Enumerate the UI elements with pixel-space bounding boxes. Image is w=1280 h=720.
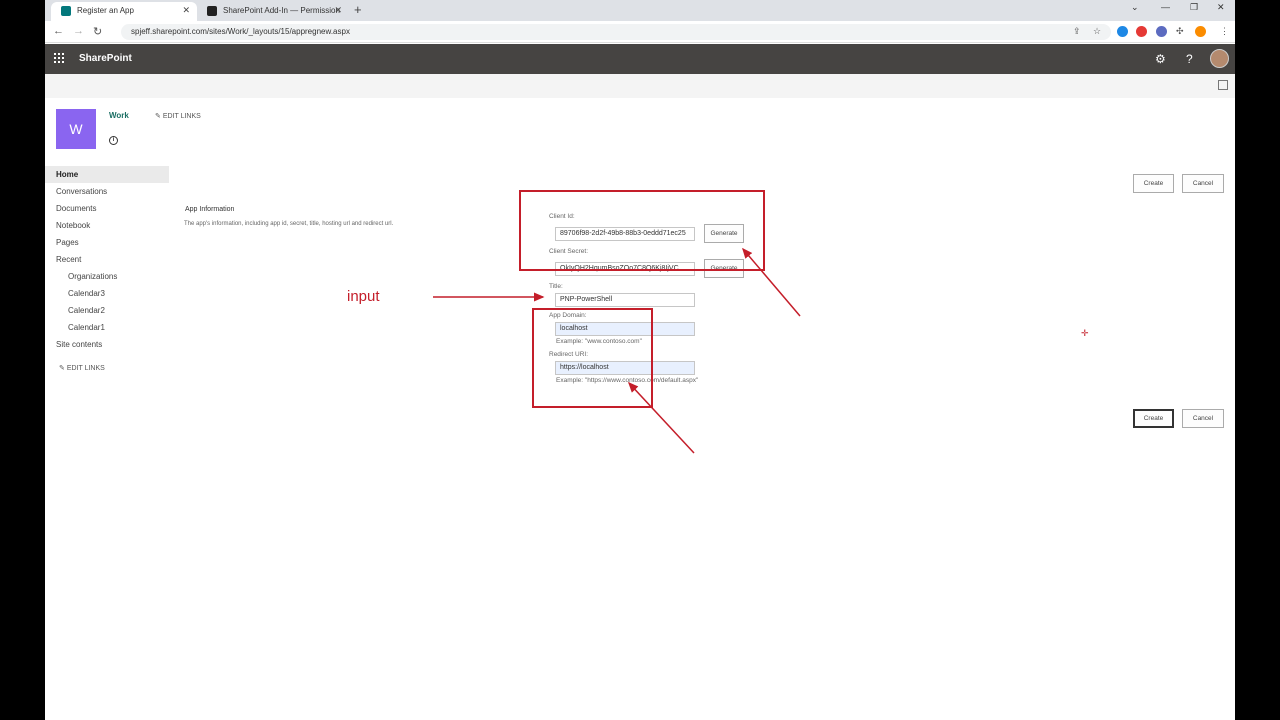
forward-icon[interactable]: → (73, 25, 84, 37)
nav-item-recent[interactable]: Recent (45, 251, 169, 268)
user-avatar[interactable] (1210, 49, 1229, 68)
tab-register-an-app[interactable]: Register an App ✕ (51, 2, 197, 21)
create-button-bottom[interactable]: Create (1133, 409, 1174, 428)
bookmark-star-icon[interactable]: ☆ (1093, 26, 1101, 37)
browser-tab-bar: Register an App ✕ SharePoint Add-In — Pe… (45, 0, 1235, 21)
cancel-button-bottom[interactable]: Cancel (1182, 409, 1224, 428)
video-favicon-icon (207, 6, 217, 16)
tab-search-chevron-icon[interactable]: ⌄ (1131, 2, 1139, 13)
create-button-top[interactable]: Create (1133, 174, 1174, 193)
tab-title: SharePoint Add-In — Permission (223, 6, 340, 15)
restore-icon[interactable]: ❐ (1190, 2, 1198, 13)
suite-bar: SharePoint ⚙ ? (45, 44, 1235, 74)
pencil-icon: ✎ (155, 113, 161, 120)
extension-icon[interactable] (1136, 26, 1147, 37)
close-tab-icon[interactable]: ✕ (182, 2, 190, 19)
edit-links-label: EDIT LINKS (66, 365, 105, 372)
help-icon[interactable]: ? (1186, 52, 1193, 66)
annotation-input-label: input (347, 288, 380, 305)
info-icon[interactable]: i (109, 136, 118, 145)
extensions-puzzle-icon[interactable]: ✣ (1176, 26, 1184, 37)
reload-icon[interactable]: ↻ (93, 25, 102, 38)
annotation-box-client-id (519, 190, 765, 271)
nav-item-documents[interactable]: Documents (45, 200, 169, 217)
edit-links-nav[interactable]: ✎ EDIT LINKS (59, 364, 105, 372)
tab-title: Register an App (77, 6, 134, 15)
title-label: Title: (549, 283, 563, 290)
profile-icon[interactable] (1195, 26, 1206, 37)
nav-item-calendar2[interactable]: Calendar2 (45, 302, 169, 319)
site-logo[interactable]: W (56, 109, 96, 149)
nav-item-site-contents[interactable]: Site contents (45, 336, 169, 353)
app-launcher-icon[interactable] (54, 53, 64, 63)
close-window-icon[interactable]: ✕ (1217, 2, 1225, 13)
nav-item-calendar3[interactable]: Calendar3 (45, 285, 169, 302)
cursor-icon: ✛ (1081, 328, 1089, 338)
nav-item-calendar1[interactable]: Calendar1 (45, 319, 169, 336)
nav-item-organizations[interactable]: Organizations (45, 268, 169, 285)
back-icon[interactable]: ← (53, 25, 64, 37)
address-bar: ← → ↻ spjeff.sharepoint.com/sites/Work/_… (45, 21, 1235, 43)
sharepoint-brand[interactable]: SharePoint (79, 53, 132, 64)
title-input[interactable]: PNP-PowerShell (555, 293, 695, 307)
browser-menu-icon[interactable]: ⋮ (1220, 26, 1229, 37)
settings-gear-icon[interactable]: ⚙ (1155, 52, 1166, 66)
section-title: App Information (185, 206, 235, 213)
extension-icon[interactable] (1156, 26, 1167, 37)
sharepoint-favicon-icon (61, 6, 71, 16)
extension-icon[interactable] (1117, 26, 1128, 37)
minimize-icon[interactable]: — (1161, 2, 1170, 12)
focus-mode-icon[interactable] (1218, 80, 1228, 90)
new-tab-icon[interactable]: + (354, 2, 362, 17)
edit-links-label: EDIT LINKS (162, 113, 201, 120)
screen: Register an App ✕ SharePoint Add-In — Pe… (45, 0, 1235, 720)
url-field[interactable]: spjeff.sharepoint.com/sites/Work/_layout… (121, 24, 1111, 40)
nav-item-home[interactable]: Home (45, 166, 169, 183)
site-title[interactable]: Work (109, 111, 129, 120)
annotation-box-domain-redirect (532, 308, 653, 408)
left-navigation: Home Conversations Documents Notebook Pa… (45, 166, 169, 353)
pencil-icon: ✎ (59, 365, 65, 372)
section-description: The app's information, including app id,… (184, 221, 394, 227)
edit-links-top[interactable]: ✎ EDIT LINKS (155, 112, 201, 120)
nav-item-conversations[interactable]: Conversations (45, 183, 169, 200)
share-icon[interactable]: ⇪ (1073, 26, 1081, 37)
cancel-button-top[interactable]: Cancel (1182, 174, 1224, 193)
close-tab-icon[interactable]: ✕ (334, 2, 342, 19)
tab-sharepoint-add-in[interactable]: SharePoint Add-In — Permission ✕ (197, 2, 349, 21)
ribbon-bar (45, 74, 1235, 98)
nav-item-notebook[interactable]: Notebook (45, 217, 169, 234)
nav-item-pages[interactable]: Pages (45, 234, 169, 251)
